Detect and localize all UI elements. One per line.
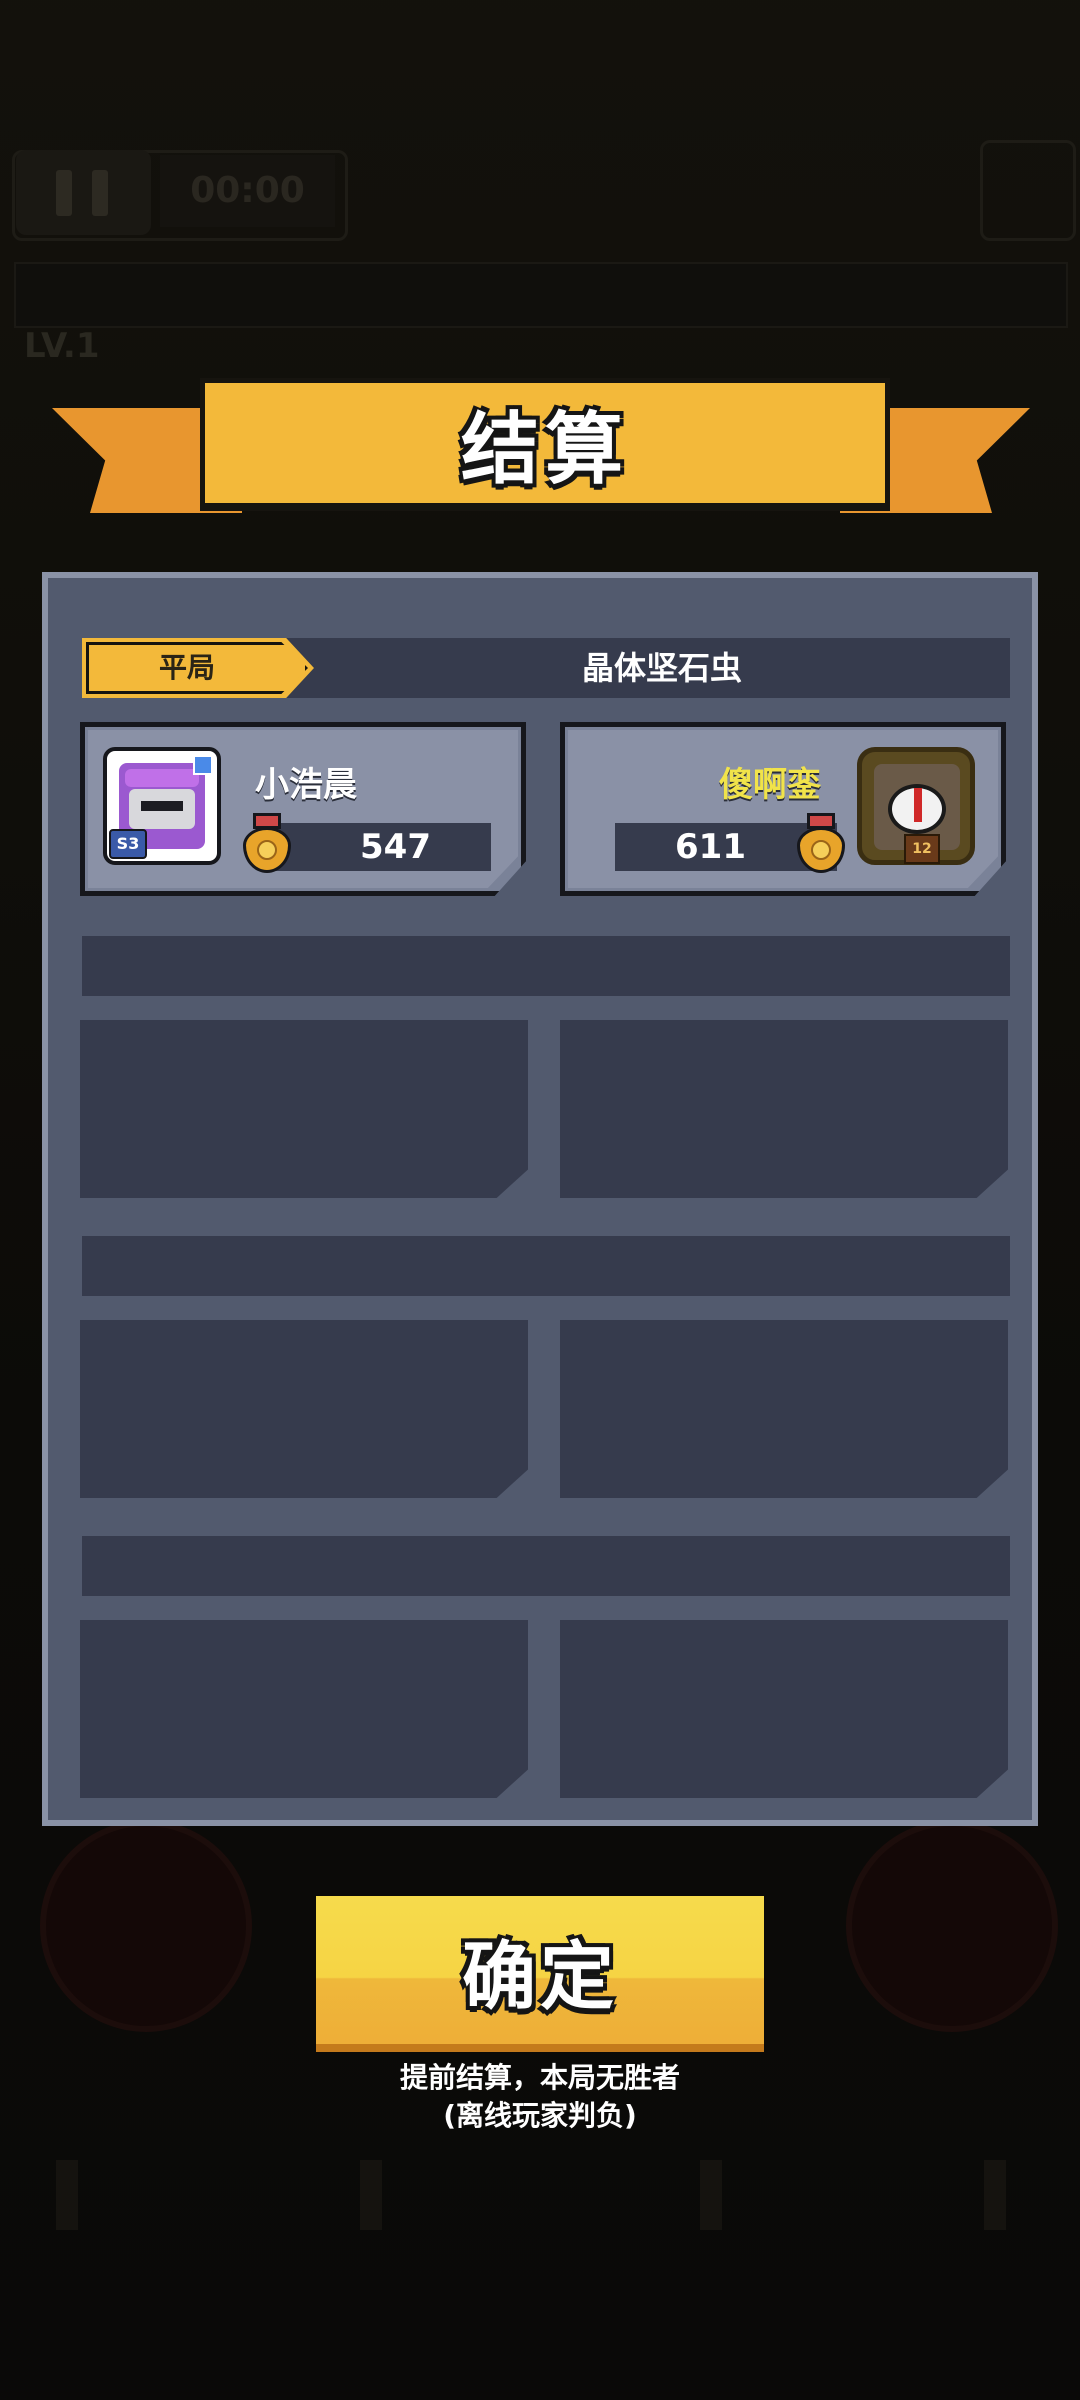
map-name: 晶体坚石虫 — [581, 649, 742, 687]
avatar-helmet — [125, 769, 199, 787]
empty-slot-card — [80, 1320, 528, 1498]
avatar-eyes — [141, 801, 183, 811]
background-level: LV.1 — [24, 326, 100, 366]
settlement-panel: 平局 晶体坚石虫 S3 小浩晨 547 12 傻啊銮 611 — [42, 572, 1038, 1826]
empty-slot-card — [560, 1020, 1008, 1198]
background-menu-button — [980, 140, 1076, 241]
title-banner: 结算 — [200, 378, 890, 511]
empty-slot-card — [80, 1620, 528, 1798]
offline-note: (离线玩家判负) — [443, 2099, 637, 2132]
season-badge: S3 — [109, 829, 147, 859]
empty-slot-header — [82, 936, 1010, 996]
player-card-1: S3 小浩晨 547 — [80, 722, 526, 896]
background-tick — [56, 2160, 78, 2230]
background-tick — [700, 2160, 722, 2230]
background-tick — [984, 2160, 1006, 2230]
medal-disc — [797, 827, 845, 873]
background-skill-icon — [40, 1820, 252, 2032]
score-value: 611 — [675, 827, 746, 867]
badge-icon — [193, 755, 213, 775]
background-pause-button — [16, 150, 151, 235]
confirm-label: 确定 — [462, 1933, 618, 2020]
pause-bar — [56, 170, 72, 216]
background-timer: 00:00 — [160, 155, 335, 227]
pause-bar — [92, 170, 108, 216]
settlement-note: 提前结算，本局无胜者 — [399, 2061, 680, 2094]
player-name: 小浩晨 — [255, 765, 357, 805]
avatar-mark — [914, 788, 922, 822]
medal-disc — [243, 827, 291, 873]
empty-slot-card — [560, 1620, 1008, 1798]
empty-slot-header — [82, 1536, 1010, 1596]
player-card-2: 12 傻啊銮 611 — [560, 722, 1006, 896]
empty-slot-card — [560, 1320, 1008, 1498]
level-badge: 12 — [904, 834, 940, 864]
background-tick — [360, 2160, 382, 2230]
banner-title: 结算 — [460, 405, 629, 495]
player-name: 傻啊銮 — [719, 765, 821, 805]
medal-icon — [239, 813, 295, 875]
empty-slot-header — [82, 1236, 1010, 1296]
avatar[interactable]: 12 — [857, 747, 975, 865]
avatar[interactable]: S3 — [103, 747, 221, 865]
background-strip — [14, 262, 1068, 328]
background-skill-icon — [846, 1820, 1058, 2032]
score-value: 547 — [360, 827, 431, 867]
result-row: 平局 晶体坚石虫 — [82, 638, 1010, 698]
result-label: 平局 — [158, 651, 215, 684]
empty-slot-card — [80, 1020, 528, 1198]
score-bar: 547 — [269, 823, 491, 871]
confirm-button[interactable]: 确定 — [316, 1896, 764, 2052]
medal-icon — [793, 813, 849, 875]
